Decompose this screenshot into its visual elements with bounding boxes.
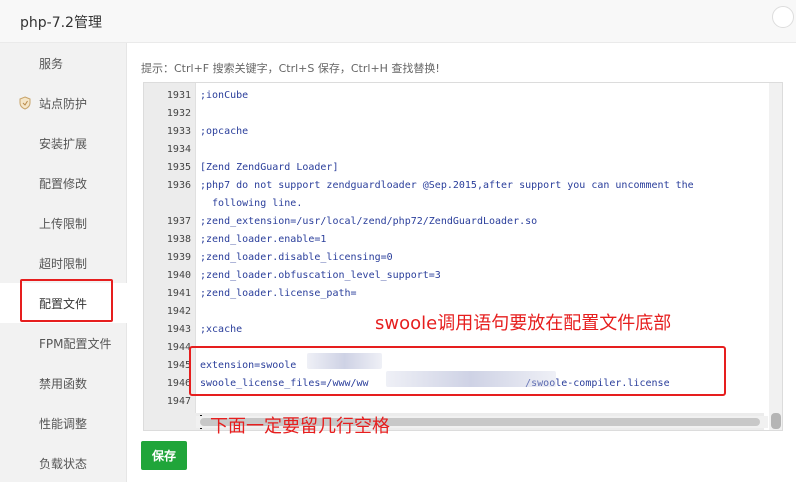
code-line[interactable]: ;zend_loader.license_path=: [200, 288, 357, 299]
sidebar-item-label: 上传限制: [39, 216, 88, 231]
line-number: 1942: [166, 306, 191, 317]
line-number: 1937: [166, 216, 191, 227]
php-manager-window: php-7.2管理 服务 站点防护 安装扩展 配置修改 上传限制 超时限制 配置…: [0, 0, 796, 482]
line-number: 1934: [166, 144, 191, 155]
code-line[interactable]: ;zend_loader.enable=1: [200, 234, 326, 245]
window-title: php-7.2管理: [20, 15, 102, 31]
shield-icon: [19, 96, 31, 110]
line-number: 1941: [166, 288, 191, 299]
sidebar-item-install-extension[interactable]: 安装扩展: [0, 123, 127, 163]
line-number: 1940: [166, 270, 191, 281]
sidebar-item-disabled-functions[interactable]: 禁用函数: [0, 363, 127, 403]
sidebar: 服务 站点防护 安装扩展 配置修改 上传限制 超时限制 配置文件 FPM配置文件…: [0, 43, 127, 482]
sidebar-item-load-status[interactable]: 负载状态: [0, 443, 127, 482]
code-line[interactable]: ;ionCube: [200, 90, 248, 101]
code-line[interactable]: ;zend_loader.obfuscation_level_support=3: [200, 270, 441, 281]
code-line[interactable]: ;php7 do not support zendguardloader @Se…: [200, 180, 694, 191]
save-button[interactable]: 保存: [141, 441, 187, 470]
code-line[interactable]: ;zend_extension=/usr/local/zend/php72/Ze…: [200, 216, 537, 227]
sidebar-item-fpm-config[interactable]: FPM配置文件: [0, 323, 127, 363]
vertical-scrollbar[interactable]: [769, 83, 782, 430]
line-number: 1938: [166, 234, 191, 245]
code-line[interactable]: following line.: [200, 198, 302, 209]
sidebar-item-config-modify[interactable]: 配置修改: [0, 163, 127, 203]
sidebar-item-label: 超时限制: [39, 256, 88, 271]
blank-lines-annotation: 下面一定要留几行空格: [210, 416, 390, 437]
sidebar-item-label: 性能调整: [39, 416, 88, 431]
sidebar-item-label: FPM配置文件: [39, 336, 112, 351]
extension-lines-highlight-box: [189, 346, 726, 396]
sidebar-item-label: 禁用函数: [39, 376, 88, 391]
line-number: 1933: [166, 126, 191, 137]
sidebar-item-label: 站点防护: [39, 96, 88, 111]
line-number: 1945: [166, 360, 191, 371]
code-line[interactable]: ;zend_loader.disable_licensing=0: [200, 252, 393, 263]
sidebar-item-performance[interactable]: 性能调整: [0, 403, 127, 443]
close-icon[interactable]: [772, 6, 794, 28]
sidebar-item-upload-limit[interactable]: 上传限制: [0, 203, 127, 243]
shortcut-hint: 提示：Ctrl+F 搜索关键字，Ctrl+S 保存，Ctrl+H 查找替换!: [141, 62, 440, 75]
line-number: 1944: [166, 342, 191, 353]
line-number: 1932: [166, 108, 191, 119]
line-number: 1936: [166, 180, 191, 191]
line-number: 1946: [166, 378, 191, 389]
sidebar-item-timeout-limit[interactable]: 超时限制: [0, 243, 127, 283]
sidebar-item-label: 服务: [39, 56, 64, 71]
code-line[interactable]: ;opcache: [200, 126, 248, 137]
sidebar-item-site-protection[interactable]: 站点防护: [0, 83, 127, 123]
sidebar-item-label: 安装扩展: [39, 136, 88, 151]
line-number: 1931: [166, 90, 191, 101]
line-number: 1943: [166, 324, 191, 335]
line-number: 1935: [166, 162, 191, 173]
swoole-annotation: swoole调用语句要放在配置文件底部: [375, 313, 672, 334]
config-file-highlight-box: [20, 279, 113, 322]
vertical-scroll-thumb[interactable]: [771, 413, 781, 429]
sidebar-item-label: 配置修改: [39, 176, 88, 191]
line-number: 1947: [166, 396, 191, 407]
title-bar: php-7.2管理: [0, 0, 796, 43]
line-number: 1939: [166, 252, 191, 263]
sidebar-item-service[interactable]: 服务: [0, 43, 127, 83]
code-line[interactable]: [Zend ZendGuard Loader]: [200, 162, 338, 173]
code-line[interactable]: ;xcache: [200, 324, 242, 335]
sidebar-item-label: 负载状态: [39, 456, 88, 471]
